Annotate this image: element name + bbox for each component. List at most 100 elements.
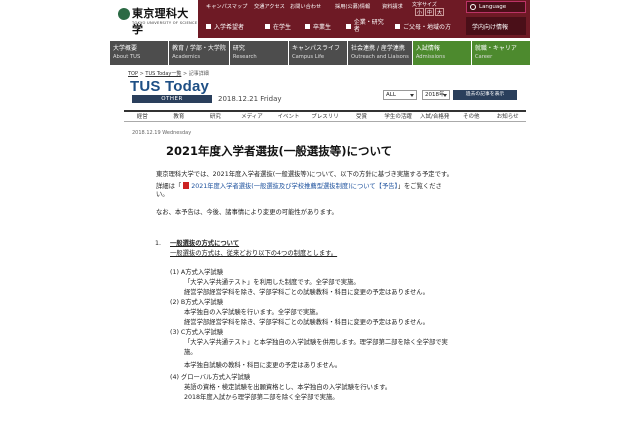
list-item: 「大学入学共通テスト」を利用した制度です。全学部で実施。 [184, 279, 360, 286]
section-lead: 一般選抜の方式は、従来どおり以下の4つの制度とします。 [170, 250, 338, 257]
article-title: 2021年度入学者選抜(一般選抜等)について [166, 144, 393, 158]
utility-link-campus-map[interactable]: キャンパスマップ [206, 3, 247, 10]
category-tab[interactable]: お知らせ [489, 112, 526, 121]
list-item: 本学独自試験の教科・科目に変更の予定はありません。 [184, 362, 342, 369]
breadcrumb-list[interactable]: TUS Today一覧 [145, 71, 181, 77]
nav-label-en: Research [232, 54, 257, 60]
list-item: (2) B方式入学試験 [170, 299, 224, 306]
category-select-value: ALL [386, 92, 396, 98]
category-tab[interactable]: メディア [234, 112, 271, 121]
article-intro: 東京理科大学では、2021年度入学者選抜(一般選抜等)について、以下の方針に基づ… [156, 171, 453, 178]
nav-label-jp: 入試情報 [415, 45, 440, 52]
issue-date: 2018.12.21 Friday [218, 95, 282, 103]
audience-label: 在学生 [273, 23, 292, 31]
nav-research[interactable]: 研究 Research [229, 41, 288, 65]
detail-suffix: 」をご覧くださ [397, 183, 442, 190]
list-item: (1) A方式入学試験 [170, 269, 224, 276]
category-tab[interactable]: 研究 [197, 112, 234, 121]
year-select-value: 2018年 [425, 92, 445, 98]
utility-link-recruit[interactable]: 採用(公募)情報 [335, 3, 370, 10]
list-item: 経営学部経営学科を除き、学部学科ごとの試験教科・科目に変更の予定はありません。 [184, 289, 429, 296]
logo[interactable]: 東京理科大学 TOKYO UNIVERSITY OF SCIENCE [110, 0, 198, 38]
article-detail-line: 詳細は「 2021年度入学者選抜(一般選抜及び学校推薦型選抜制度)について【予告】… [156, 182, 442, 191]
nav-label-jp: 就職・キャリア [474, 45, 517, 52]
audience-link-internal[interactable]: 学内向け情報 [466, 17, 526, 35]
nav-label-en: Outreach and Liaisons [351, 54, 409, 60]
audience-label: 企業・研究者 [353, 19, 384, 33]
category-badge: OTHER [132, 95, 212, 103]
nav-admissions[interactable]: 入試情報 Admissions [412, 41, 471, 65]
globe-icon [470, 4, 476, 10]
breadcrumb: TOP > TUS Today一覧 > 記事詳細 [128, 70, 209, 77]
nav-label-en: Career [474, 54, 493, 60]
people-icon [395, 23, 400, 29]
article-detail-line2: い。 [156, 191, 169, 198]
section-number: 1. [155, 240, 162, 247]
year-select[interactable]: 2018年 [422, 90, 450, 100]
article-note: なお、本予告は、今後、諸事情により変更の可能性があります。 [156, 209, 338, 216]
category-nav: 経営 教育 研究 メディア イベント プレスリリ 受賞 学生の活躍 入試/合格発… [124, 110, 526, 122]
detail-prefix: 詳細は「 [156, 183, 182, 190]
breadcrumb-current: 記事詳細 [188, 71, 209, 77]
logo-subtext: TOKYO UNIVERSITY OF SCIENCE [132, 21, 198, 25]
nav-campus-life[interactable]: キャンパスライフ Campus Life [288, 41, 348, 65]
category-tab[interactable]: 入試/合格発 [416, 112, 453, 121]
building-icon [346, 23, 351, 29]
category-tab[interactable]: 経営 [124, 112, 161, 121]
audience-label: ご父母・地域の方 [403, 23, 452, 31]
audience-link-prospective[interactable]: 入学希望者 [206, 17, 244, 35]
nav-outreach[interactable]: 社会連携 / 産学連携 Outreach and Liaisons [348, 41, 412, 65]
nav-label-jp: 大学概要 [113, 45, 138, 52]
audience-link-alumni[interactable]: 卒業生 [305, 17, 331, 35]
chevron-down-icon [443, 94, 447, 97]
tus-today-title[interactable]: TUS Today [130, 78, 209, 95]
pdf-link[interactable]: 2021年度入学者選抜(一般選抜及び学校推薦型選抜制度)について【予告】 [191, 183, 398, 190]
site-header: 東京理科大学 TOKYO UNIVERSITY OF SCIENCE キャンパス… [110, 0, 530, 38]
person-icon [305, 23, 310, 29]
audience-link-business[interactable]: 企業・研究者 [346, 17, 388, 35]
category-tab[interactable]: 教育 [161, 112, 198, 121]
language-button[interactable]: Language [466, 1, 526, 13]
font-size-medium-button[interactable]: 中 [425, 8, 434, 16]
category-tab[interactable]: プレスリリ [307, 112, 344, 121]
nav-label-en: Admissions [415, 54, 446, 60]
breadcrumb-separator: > [139, 71, 144, 77]
section-heading: 一般選抜の方式について [170, 240, 240, 247]
list-item: (3) C方式入学試験 [170, 329, 224, 336]
audience-link-students[interactable]: 在学生 [265, 17, 291, 35]
show-past-articles-button[interactable]: 過去の記事を表示 [453, 90, 517, 100]
font-size-label: 文字サイズ [412, 2, 437, 8]
nav-label-jp: 研究 [232, 45, 245, 52]
category-tab[interactable]: イベント [270, 112, 307, 121]
utility-link-access[interactable]: 交通アクセス [254, 3, 285, 10]
audience-label: 卒業生 [313, 23, 332, 31]
person-icon [265, 23, 270, 29]
person-icon [206, 23, 211, 29]
nav-career[interactable]: 就職・キャリア Career [471, 41, 530, 65]
list-item: 2018年度入試から理学部第二部を除く全学部で実施。 [184, 394, 339, 401]
nav-academics[interactable]: 教育 / 学部・大学院 Academics [169, 41, 229, 65]
utility-link-brochure[interactable]: 資料請求 [382, 3, 403, 10]
list-item: 経営学部経営学科を除き、学部学科ごとの試験教科・科目に変更の予定はありません。 [184, 319, 429, 326]
audience-link-parents[interactable]: ご父母・地域の方 [395, 17, 451, 35]
font-size-large-button[interactable]: 大 [435, 8, 444, 16]
pdf-icon [183, 182, 190, 189]
category-tab[interactable]: 学生の活躍 [380, 112, 417, 121]
nav-label-jp: 社会連携 / 産学連携 [351, 45, 405, 52]
list-item: 本学独自の入学試験を行います。全学部で実施。 [184, 309, 322, 316]
nav-label-en: About TUS [113, 54, 141, 60]
category-tab[interactable]: その他 [453, 112, 490, 121]
font-size-small-button[interactable]: 小 [415, 8, 424, 16]
nav-about[interactable]: 大学概要 About TUS [110, 41, 169, 65]
utility-link-contact[interactable]: お問い合わせ [290, 3, 321, 10]
post-date: 2018.12.19 Wednesday [132, 130, 192, 136]
list-item: 施。 [184, 349, 197, 356]
category-tab[interactable]: 受賞 [343, 112, 380, 121]
nav-label-jp: キャンパスライフ [291, 45, 340, 52]
audience-label: 学内向け情報 [472, 23, 509, 31]
main-nav: 大学概要 About TUS 教育 / 学部・大学院 Academics 研究 Res… [110, 41, 530, 65]
page: 東京理科大学 TOKYO UNIVERSITY OF SCIENCE キャンパス… [110, 0, 530, 426]
category-select[interactable]: ALL [383, 90, 417, 100]
chevron-down-icon [410, 94, 414, 97]
breadcrumb-top[interactable]: TOP [128, 71, 138, 77]
